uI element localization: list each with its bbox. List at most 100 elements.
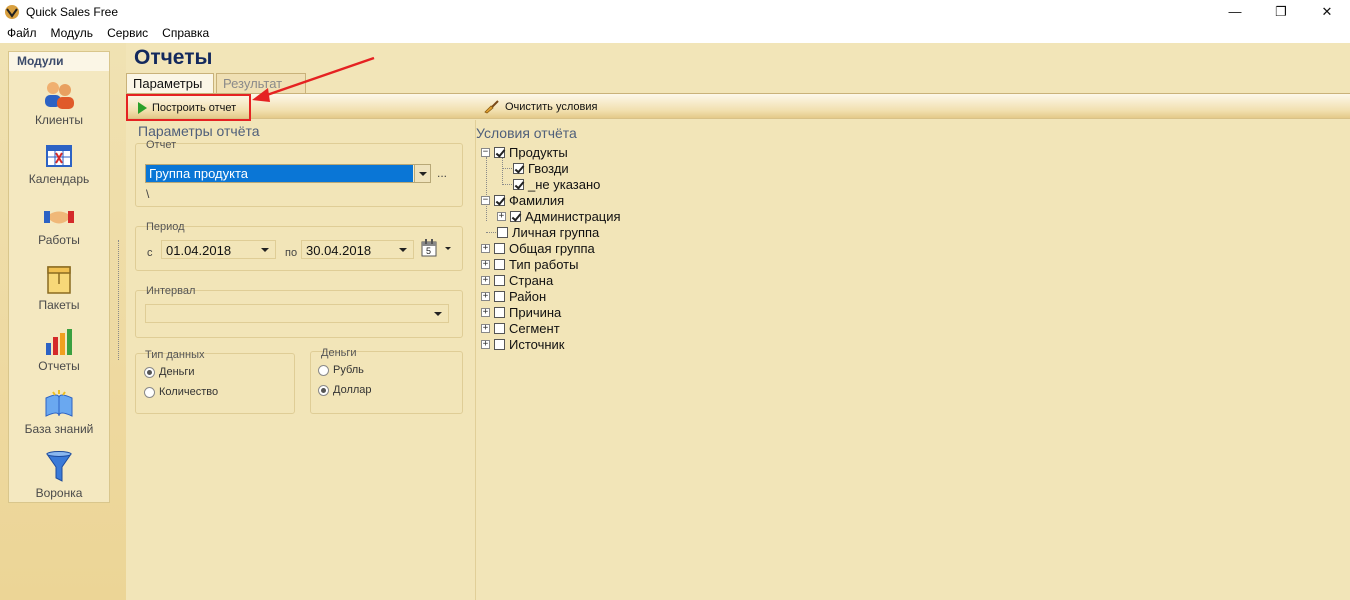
tree-item-country[interactable]: + Страна xyxy=(481,272,553,288)
title-bar: Quick Sales Free — ❐ ✕ xyxy=(0,0,1350,23)
to-date-value: 30.04.2018 xyxy=(306,243,372,258)
report-browse-button[interactable]: ... xyxy=(437,166,447,180)
checkbox-unchecked-icon[interactable] xyxy=(494,322,505,334)
clear-conditions-label: Очистить условия xyxy=(505,101,598,113)
period-preset-button[interactable]: 5 xyxy=(421,239,455,259)
money-dollar-radio[interactable]: Доллар xyxy=(318,384,372,396)
money-ruble-radio[interactable]: Рубль xyxy=(318,364,364,376)
checkbox-checked-icon[interactable] xyxy=(494,194,505,206)
collapse-icon[interactable]: − xyxy=(481,147,490,157)
window-title: Quick Sales Free xyxy=(26,4,119,19)
report-select[interactable]: Группа продукта xyxy=(145,164,431,183)
expand-icon[interactable]: + xyxy=(481,323,490,333)
tree-item-nails[interactable]: Гвозди xyxy=(513,160,569,176)
tab-parameters[interactable]: Параметры xyxy=(126,73,214,93)
maximize-button[interactable]: ❐ xyxy=(1258,0,1304,23)
tree-item-personal-group[interactable]: Личная группа xyxy=(497,224,599,240)
checkbox-unchecked-icon[interactable] xyxy=(494,338,505,350)
tree-item-administration[interactable]: + Администрация xyxy=(497,208,621,224)
modules-panel: Модули Клиенты Календарь Работы Пакеты О… xyxy=(8,51,110,503)
datatype-quantity-radio[interactable]: Количество xyxy=(144,386,218,398)
module-label: Воронка xyxy=(35,486,83,500)
money-ruble-label: Рубль xyxy=(333,364,364,376)
money-dollar-label: Доллар xyxy=(333,384,372,396)
chevron-down-icon xyxy=(261,248,269,252)
funnel-icon xyxy=(46,451,72,482)
datatype-money-radio[interactable]: Деньги xyxy=(144,366,195,378)
expand-icon[interactable]: + xyxy=(481,291,490,301)
tree-item-label: Район xyxy=(509,288,547,304)
module-calendar[interactable]: Календарь xyxy=(9,142,109,202)
tree-item-work-type[interactable]: + Тип работы xyxy=(481,256,578,272)
menu-file[interactable]: Файл xyxy=(7,26,37,40)
build-report-button[interactable]: Построить отчет xyxy=(126,94,251,121)
clear-conditions-button[interactable]: Очистить условия xyxy=(484,97,597,117)
interval-select[interactable] xyxy=(145,304,449,323)
tree-item-general-group[interactable]: + Общая группа xyxy=(481,240,595,256)
module-label: Клиенты xyxy=(34,113,84,127)
expand-icon[interactable]: + xyxy=(497,211,506,221)
module-label: Календарь xyxy=(28,172,90,186)
tree-item-label: Личная группа xyxy=(512,224,600,240)
module-reports[interactable]: Отчеты xyxy=(9,327,109,387)
radio-selected-icon xyxy=(318,384,329,396)
tree-item-label: Источник xyxy=(509,336,565,352)
params-section-title: Параметры отчёта xyxy=(138,123,260,139)
from-date-picker[interactable]: 01.04.2018 xyxy=(161,240,276,259)
tree-item-source[interactable]: + Источник xyxy=(481,336,565,352)
minimize-button[interactable]: — xyxy=(1212,0,1258,23)
tree-item-label: Продукты xyxy=(509,144,568,160)
module-knowledge-base[interactable]: База знаний xyxy=(9,388,109,448)
tree-item-not-specified[interactable]: _не указано xyxy=(513,176,600,192)
from-label: с xyxy=(147,247,153,259)
chevron-down-icon xyxy=(418,171,427,176)
module-funnel[interactable]: Воронка xyxy=(9,450,109,510)
money-label: Деньги xyxy=(321,347,357,359)
radio-unselected-icon xyxy=(144,386,155,398)
interval-label: Интервал xyxy=(146,285,196,297)
expand-icon[interactable]: + xyxy=(481,339,490,349)
module-label: Работы xyxy=(38,233,80,247)
checkbox-unchecked-icon[interactable] xyxy=(497,226,508,238)
checkbox-checked-icon[interactable] xyxy=(510,210,521,222)
tree-item-surname[interactable]: − Фамилия xyxy=(481,192,564,208)
module-works[interactable]: Работы xyxy=(9,205,109,265)
expand-icon[interactable]: + xyxy=(481,307,490,317)
checkbox-unchecked-icon[interactable] xyxy=(494,306,505,318)
radio-unselected-icon xyxy=(318,364,329,376)
module-packages[interactable]: Пакеты xyxy=(9,264,109,324)
tree-item-district[interactable]: + Район xyxy=(481,288,546,304)
menu-service[interactable]: Сервис xyxy=(107,26,148,40)
expand-icon[interactable]: + xyxy=(481,275,490,285)
tree-item-label: Фамилия xyxy=(509,192,565,208)
panel-splitter[interactable] xyxy=(118,240,124,360)
tree-item-segment[interactable]: + Сегмент xyxy=(481,320,560,336)
calendar-day: 5 xyxy=(426,246,432,256)
report-dropdown-button[interactable] xyxy=(414,165,430,182)
from-date-value: 01.04.2018 xyxy=(166,243,232,258)
period-label: Период xyxy=(146,221,185,233)
app-logo-icon xyxy=(5,4,19,19)
checkbox-unchecked-icon[interactable] xyxy=(494,258,505,270)
checkbox-checked-icon[interactable] xyxy=(513,178,524,190)
close-button[interactable]: ✕ xyxy=(1304,0,1350,23)
checkbox-unchecked-icon[interactable] xyxy=(494,290,505,302)
menu-help[interactable]: Справка xyxy=(162,26,209,40)
tree-item-products[interactable]: − Продукты xyxy=(481,144,568,160)
tree-item-reason[interactable]: + Причина xyxy=(481,304,561,320)
chevron-down-icon xyxy=(399,248,407,252)
vertical-divider xyxy=(475,120,476,600)
modules-header: Модули xyxy=(9,52,109,71)
expand-icon[interactable]: + xyxy=(481,243,490,253)
expand-icon[interactable]: + xyxy=(481,259,490,269)
checkbox-checked-icon[interactable] xyxy=(513,162,524,174)
collapse-icon[interactable]: − xyxy=(481,195,490,205)
to-date-picker[interactable]: 30.04.2018 xyxy=(301,240,414,259)
tree-line xyxy=(502,168,512,169)
module-clients[interactable]: Клиенты xyxy=(9,79,109,139)
checkbox-checked-icon[interactable] xyxy=(494,146,505,158)
tree-line xyxy=(486,232,496,233)
checkbox-unchecked-icon[interactable] xyxy=(494,242,505,254)
checkbox-unchecked-icon[interactable] xyxy=(494,274,505,286)
menu-module[interactable]: Модуль xyxy=(51,26,94,40)
